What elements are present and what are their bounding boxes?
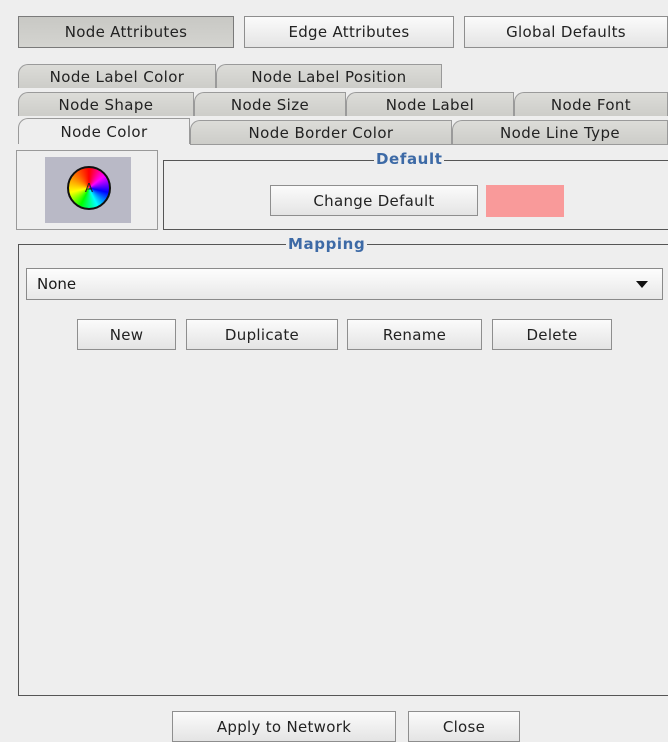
tab-node-label-color[interactable]: Node Label Color: [18, 64, 216, 88]
mapping-legend: Mapping: [286, 235, 368, 253]
node-color-icon-panel: A: [16, 150, 158, 230]
mapping-group: [18, 244, 668, 696]
delete-button[interactable]: Delete: [492, 319, 612, 350]
node-attributes-button[interactable]: Node Attributes: [18, 16, 234, 48]
tab-node-border-color[interactable]: Node Border Color: [190, 120, 452, 144]
color-wheel-icon: A: [67, 166, 111, 210]
mapping-selected-value: None: [37, 275, 77, 293]
tab-node-label-position[interactable]: Node Label Position: [216, 64, 442, 88]
tab-node-line-type[interactable]: Node Line Type: [452, 120, 668, 144]
rename-button[interactable]: Rename: [347, 319, 482, 350]
tab-node-shape[interactable]: Node Shape: [18, 92, 194, 116]
mapping-dropdown[interactable]: None: [26, 268, 663, 300]
close-button[interactable]: Close: [408, 711, 520, 742]
tab-node-color[interactable]: Node Color: [18, 118, 190, 144]
tab-row-divider: [190, 144, 668, 145]
apply-to-network-button[interactable]: Apply to Network: [172, 711, 396, 742]
tab-node-label[interactable]: Node Label: [346, 92, 514, 116]
icon-letter: A: [84, 181, 94, 195]
chevron-down-icon: [636, 281, 648, 288]
change-default-button[interactable]: Change Default: [270, 185, 478, 216]
global-defaults-button[interactable]: Global Defaults: [464, 16, 668, 48]
default-legend: Default: [374, 150, 445, 168]
default-color-swatch[interactable]: [486, 185, 564, 217]
tab-node-size[interactable]: Node Size: [194, 92, 346, 116]
edge-attributes-button[interactable]: Edge Attributes: [244, 16, 454, 48]
tab-node-font[interactable]: Node Font: [514, 92, 668, 116]
duplicate-button[interactable]: Duplicate: [186, 319, 338, 350]
new-button[interactable]: New: [77, 319, 176, 350]
